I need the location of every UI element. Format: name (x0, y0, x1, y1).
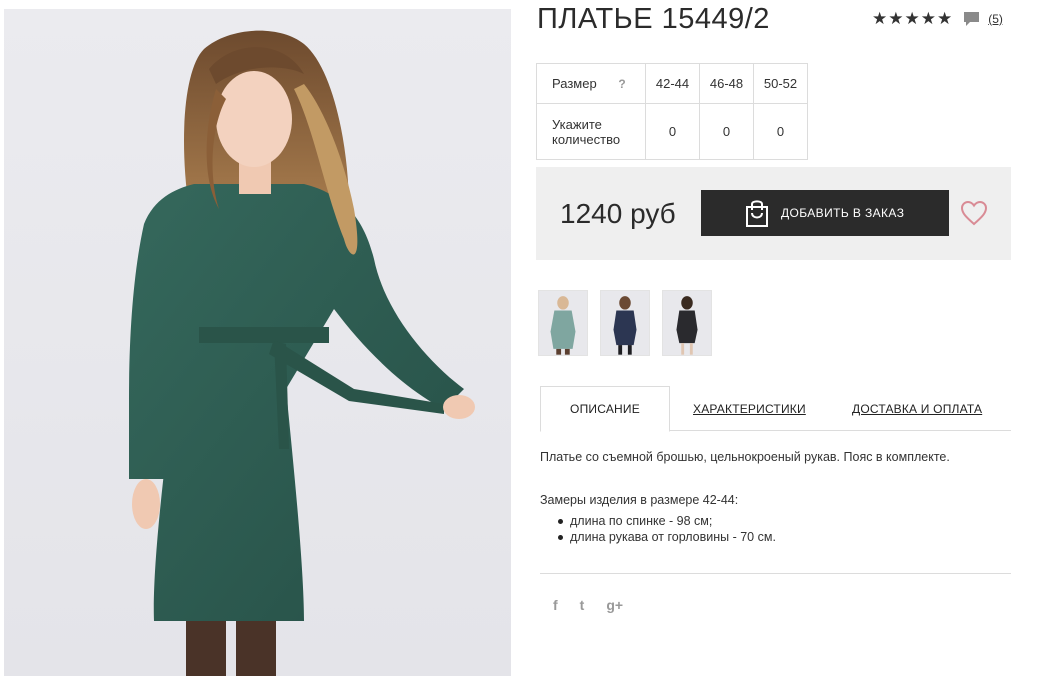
heart-icon[interactable] (960, 200, 988, 226)
product-rating: ★★★★★ (5) (872, 10, 1003, 27)
size-quantity-table: Размер ? 42-44 46-48 50-52 Укажите колич… (536, 63, 808, 160)
product-info-tabs: ОПИСАНИЕ ХАРАКТЕРИСТИКИ ДОСТАВКА И ОПЛАТ… (540, 386, 1011, 432)
tab-characteristics[interactable]: ХАРАКТЕРИСТИКИ (693, 386, 806, 431)
black-dress-thumb-image (663, 291, 711, 355)
measurements-list: длина по спинке - 98 см; длина рукава от… (540, 513, 776, 545)
size-row: Размер ? 42-44 46-48 50-52 (536, 63, 808, 104)
quantity-label-line2: количество (552, 131, 621, 147)
quantity-input-46-48[interactable]: 0 (699, 103, 754, 160)
navy-dress-thumb-image (601, 291, 649, 355)
quantity-input-50-52[interactable]: 0 (753, 103, 808, 160)
green-dress-thumb-image (539, 291, 587, 355)
size-label-cell: Размер ? (536, 63, 646, 104)
size-option-42-44: 42-44 (645, 63, 700, 104)
quantity-label-line1: Укажите (552, 116, 602, 132)
product-title: ПЛАТЬЕ 15449/2 (537, 3, 770, 35)
measurements-title: Замеры изделия в размере 42-44: (540, 493, 739, 507)
model-in-green-dress-image (129, 30, 475, 676)
section-divider (540, 573, 1011, 574)
thumbnail-green-dress[interactable] (538, 290, 588, 356)
quantity-input-42-44[interactable]: 0 (645, 103, 700, 160)
thumbnail-black-dress[interactable] (662, 290, 712, 356)
add-to-order-button[interactable]: ДОБАВИТЬ В ЗАКАЗ (701, 190, 949, 236)
product-description: Платье со съемной брошью, цельнокроеный … (540, 450, 950, 464)
thumbnail-navy-dress[interactable] (600, 290, 650, 356)
add-to-order-label: ДОБАВИТЬ В ЗАКАЗ (781, 206, 905, 220)
measurement-item: длина по спинке - 98 см; (540, 513, 776, 529)
tab-description[interactable]: ОПИСАНИЕ (540, 386, 670, 432)
twitter-icon[interactable]: t (580, 597, 585, 613)
size-label: Размер (552, 76, 597, 91)
reviews-count-link[interactable]: (5) (988, 12, 1003, 26)
tab-delivery-payment[interactable]: ДОСТАВКА И ОПЛАТА (852, 386, 982, 431)
shopping-bag-icon (746, 200, 768, 227)
quantity-label-cell: Укажите количество (536, 103, 646, 160)
size-option-46-48: 46-48 (699, 63, 754, 104)
quantity-row: Укажите количество 0 0 0 (536, 103, 808, 160)
social-share: f t g+ (553, 597, 645, 613)
size-help-icon[interactable]: ? (618, 77, 625, 91)
order-panel: 1240 руб ДОБАВИТЬ В ЗАКАЗ (536, 167, 1011, 260)
product-price: 1240 руб (560, 198, 676, 229)
measurement-item: длина рукава от горловины - 70 см. (540, 529, 776, 545)
size-option-50-52: 50-52 (753, 63, 808, 104)
product-thumbnails (538, 290, 724, 356)
rating-stars-icon[interactable]: ★★★★★ (872, 10, 953, 27)
main-product-photo[interactable] (4, 9, 511, 676)
comment-icon[interactable] (963, 11, 980, 27)
facebook-icon[interactable]: f (553, 597, 558, 613)
google-plus-icon[interactable]: g+ (606, 597, 623, 613)
measurements-block: Замеры изделия в размере 42-44: длина по… (540, 492, 776, 545)
